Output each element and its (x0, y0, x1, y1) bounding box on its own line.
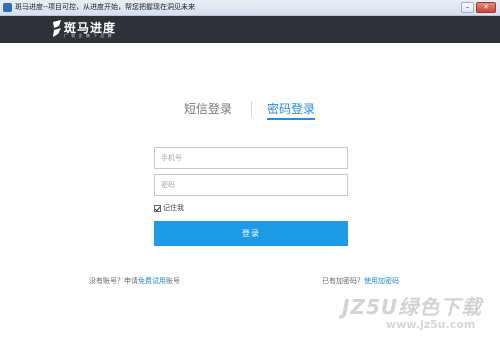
phone-input[interactable] (154, 147, 348, 169)
app-icon (3, 3, 12, 12)
tab-divider (251, 101, 252, 117)
free-trial-link[interactable]: 免费试用 (138, 277, 166, 285)
tab-password-login[interactable]: 密码登录 (267, 100, 316, 120)
close-button[interactable]: ✕ (476, 2, 496, 13)
window-titlebar: 斑马进度--项目可控，从进度开始，帮您把握现在洞见未来 – ✕ (0, 0, 500, 16)
login-button[interactable]: 登录 (154, 221, 348, 246)
password-input[interactable] (154, 174, 348, 196)
site-watermark: JZ5U绿色下载 www.jz5u.com (342, 291, 500, 338)
zebra-logo-icon (53, 20, 61, 37)
login-tabs: 短信登录 密码登录 (0, 100, 500, 122)
signup-hint: 没有账号？申请免费试用账号 (89, 276, 180, 286)
remember-checkbox[interactable] (154, 204, 161, 212)
window-title: 斑马进度--项目可控，从进度开始，帮您把握现在洞见未来 (15, 3, 196, 11)
use-encryption-code-link[interactable]: 使用加密码 (364, 277, 399, 285)
tab-password-login-label: 密码登录 (267, 102, 316, 116)
minimize-button[interactable]: – (461, 2, 474, 13)
active-tab-indicator (267, 118, 316, 120)
remember-me[interactable]: 记住我 (154, 203, 184, 213)
window-controls: – ✕ (461, 2, 496, 13)
encryption-code-text: 已有加密码？ (322, 277, 364, 285)
brand-slogan: 广 软 企 旗 下 品 牌 (64, 33, 113, 38)
watermark-main: JZ5U绿色下载 (342, 295, 483, 319)
remember-label: 记住我 (163, 204, 184, 212)
encryption-code-hint: 已有加密码？使用加密码 (322, 276, 399, 286)
signup-hint-suffix: 账号 (166, 277, 180, 285)
brand-header: 斑马进度 广 软 企 旗 下 品 牌 (0, 16, 500, 43)
signup-hint-prefix: 没有账号？申请 (89, 277, 138, 285)
tab-sms-login[interactable]: 短信登录 (184, 100, 232, 117)
watermark-url: www.jz5u.com (386, 318, 476, 331)
